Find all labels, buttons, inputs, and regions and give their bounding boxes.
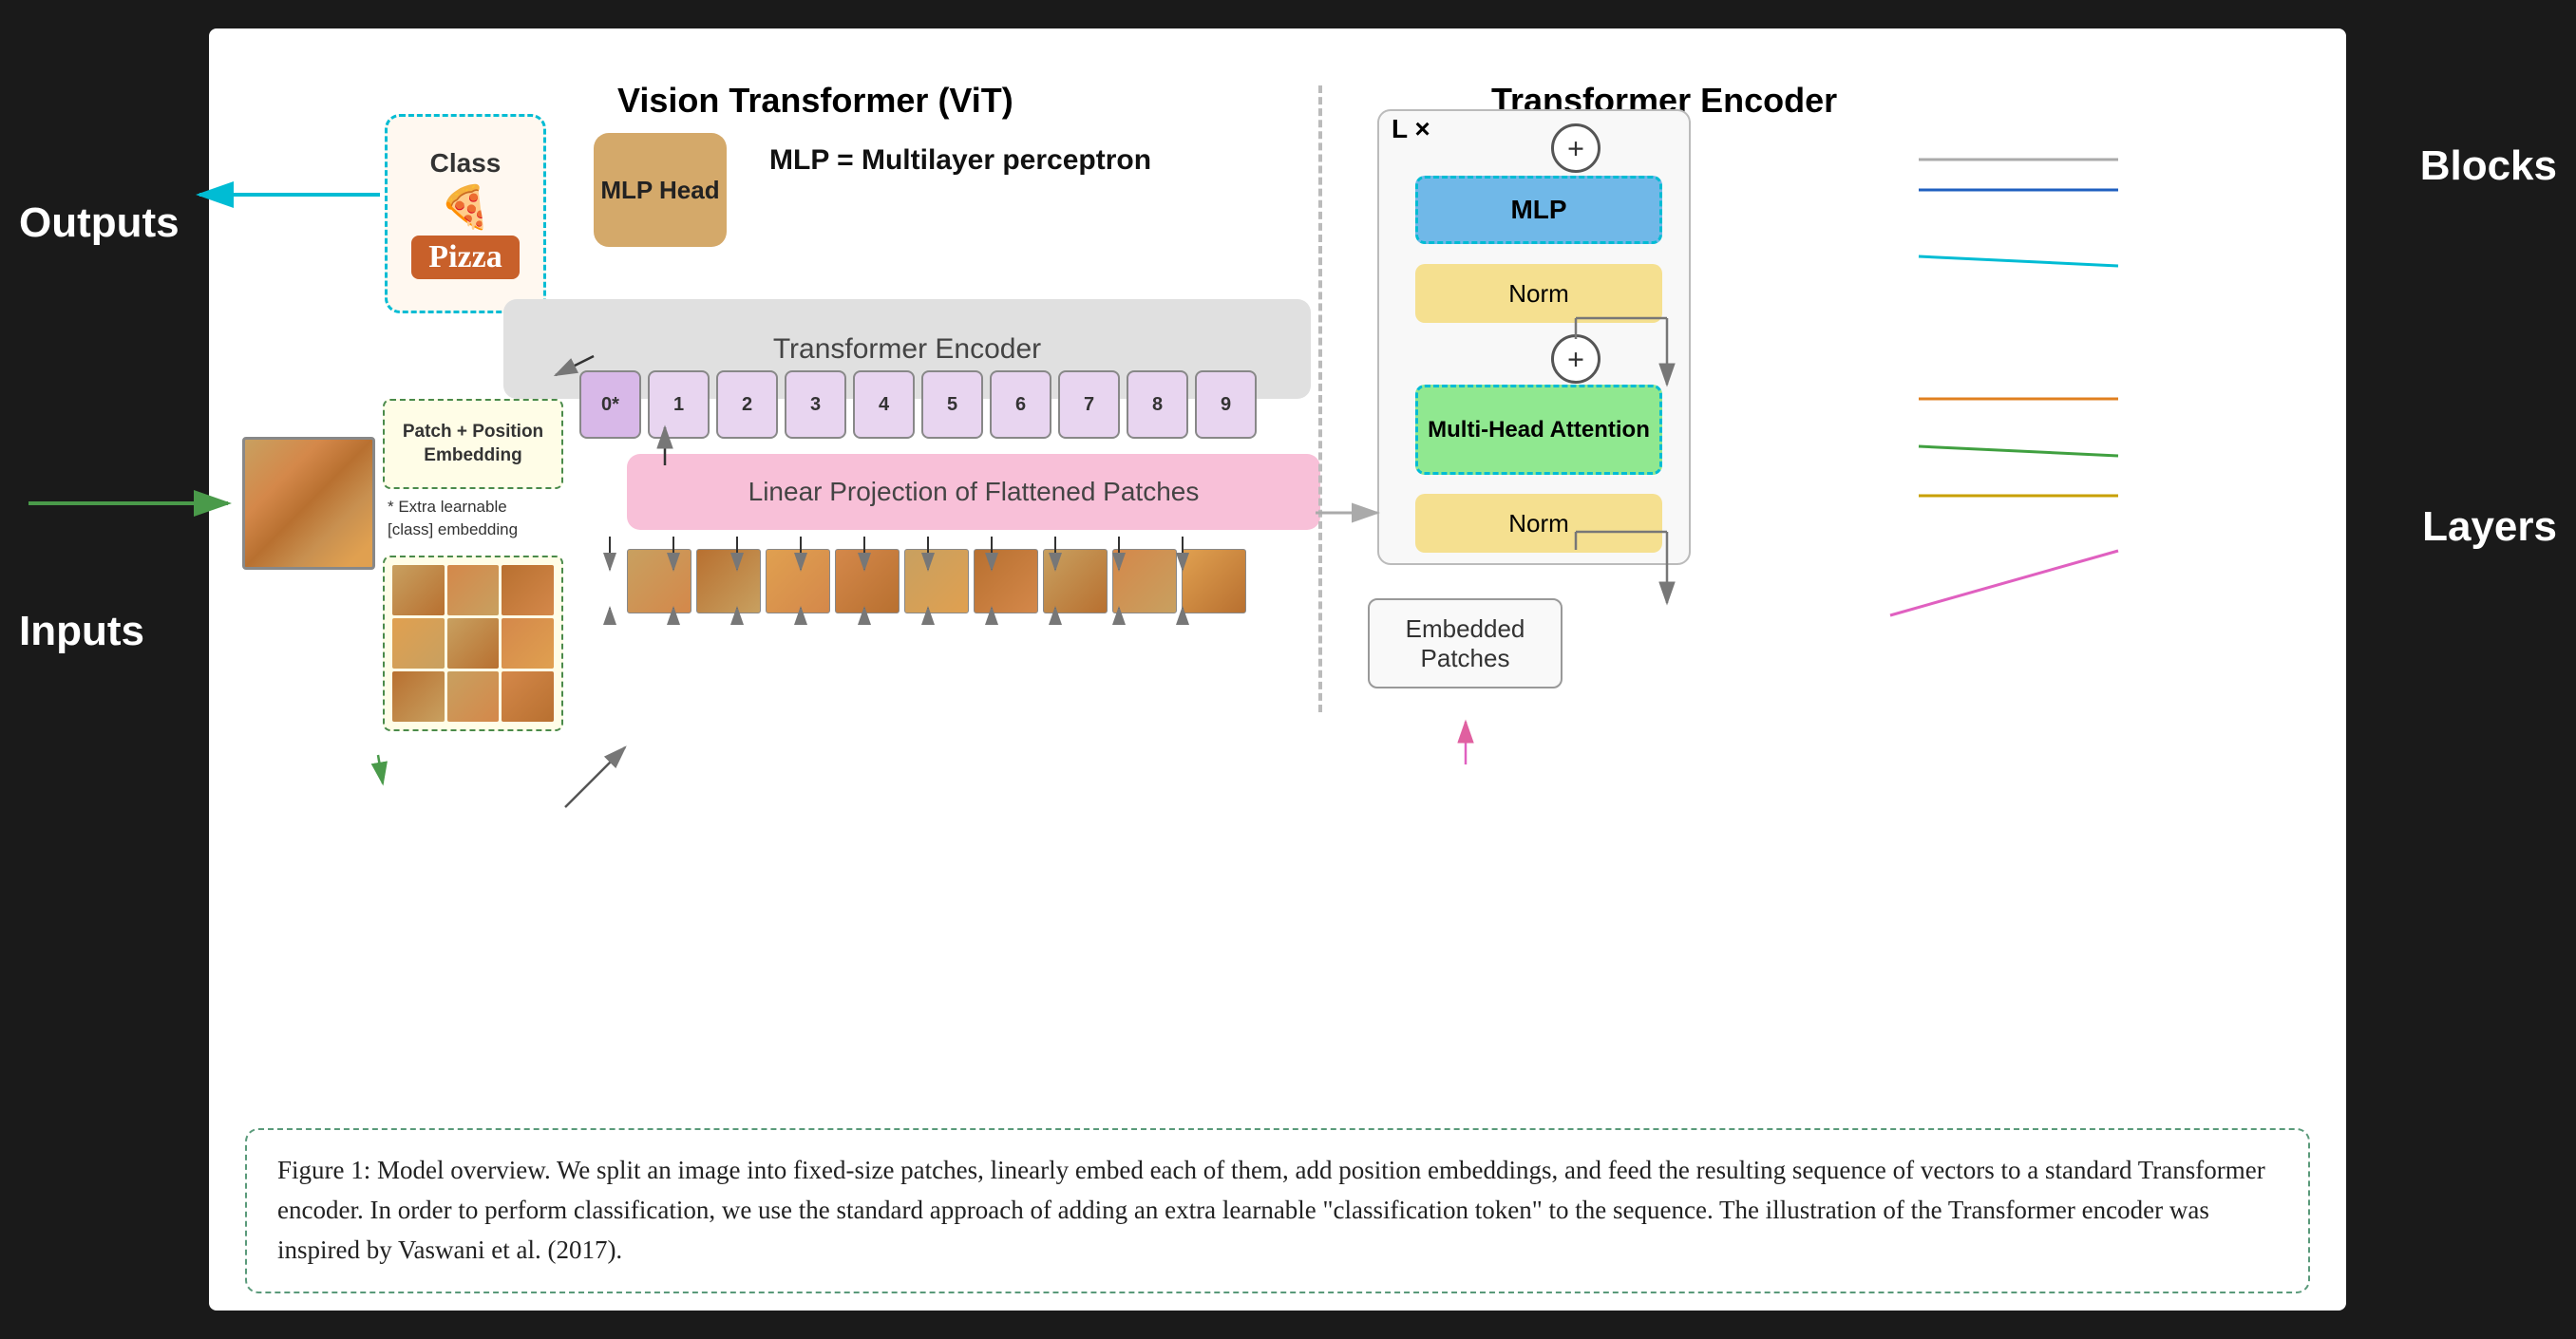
patch-cell <box>502 618 554 669</box>
patch-strip-item <box>766 549 830 613</box>
linear-proj-box: Linear Projection of Flattened Patches <box>627 454 1320 530</box>
rp-norm1-box: Norm <box>1415 264 1662 323</box>
pizza-patches-grid <box>383 556 563 731</box>
patch-strip-item <box>627 549 691 613</box>
patch-cell <box>502 565 554 615</box>
token-6: 6 <box>990 370 1051 439</box>
patch-strip-item <box>1043 549 1108 613</box>
patch-cell <box>447 618 500 669</box>
mlp-eq-label: MLP = Multilayer perceptron <box>769 141 1151 180</box>
patch-cell <box>392 671 445 722</box>
rp-mlp-box: MLP <box>1415 176 1662 244</box>
patch-strip-item <box>835 549 900 613</box>
pizza-label: Pizza <box>411 236 519 279</box>
token-2: 2 <box>716 370 778 439</box>
patch-pos-embedding-box: Patch + Position Embedding <box>383 399 563 489</box>
pizza-original-image <box>242 437 375 570</box>
extra-learnable-note: * Extra learnable[class] embedding <box>388 496 518 541</box>
blocks-label: Blocks <box>2420 142 2557 190</box>
patch-strip-item <box>696 549 761 613</box>
patch-cell <box>447 565 500 615</box>
patch-strip-item <box>974 549 1038 613</box>
patch-strip-item <box>904 549 969 613</box>
mlp-head-box: MLP Head <box>594 133 727 247</box>
vit-title: Vision Transformer (ViT) <box>617 81 1013 121</box>
main-panel: Vision Transformer (ViT) Transformer Enc… <box>209 28 2346 1311</box>
plus-circle-2: + <box>1551 334 1601 384</box>
tokens-row: 0* 1 2 3 4 5 6 7 8 9 <box>579 370 1257 439</box>
patch-strip-row <box>627 549 1246 613</box>
token-7: 7 <box>1058 370 1120 439</box>
token-0: 0* <box>579 370 641 439</box>
patch-cell <box>392 565 445 615</box>
rp-norm2-box: Norm <box>1415 494 1662 553</box>
patch-cell <box>502 671 554 722</box>
token-3: 3 <box>785 370 846 439</box>
plus-circle-1: + <box>1551 123 1601 173</box>
inputs-label: Inputs <box>19 608 144 655</box>
embedded-patches-box: Embedded Patches <box>1368 598 1563 688</box>
figure-caption: Figure 1: Model overview. We split an im… <box>245 1128 2310 1293</box>
token-5: 5 <box>921 370 983 439</box>
class-output-box: Class 🍕 Pizza <box>385 114 546 313</box>
lx-label: L × <box>1392 114 1430 144</box>
outputs-label: Outputs <box>19 199 180 247</box>
token-1: 1 <box>648 370 710 439</box>
token-9: 9 <box>1195 370 1257 439</box>
rp-mha-box: Multi-Head Attention <box>1415 385 1662 475</box>
token-8: 8 <box>1127 370 1188 439</box>
class-label: Class <box>430 148 502 179</box>
dashed-separator <box>1318 85 1322 712</box>
patch-strip-item <box>1182 549 1246 613</box>
patch-cell <box>447 671 500 722</box>
patch-strip-item <box>1112 549 1177 613</box>
patch-cell <box>392 618 445 669</box>
token-4: 4 <box>853 370 915 439</box>
layers-label: Layers <box>2422 503 2557 551</box>
mlp-head-label: MLP Head <box>600 176 719 205</box>
pizza-icon: 🍕 <box>440 182 492 232</box>
